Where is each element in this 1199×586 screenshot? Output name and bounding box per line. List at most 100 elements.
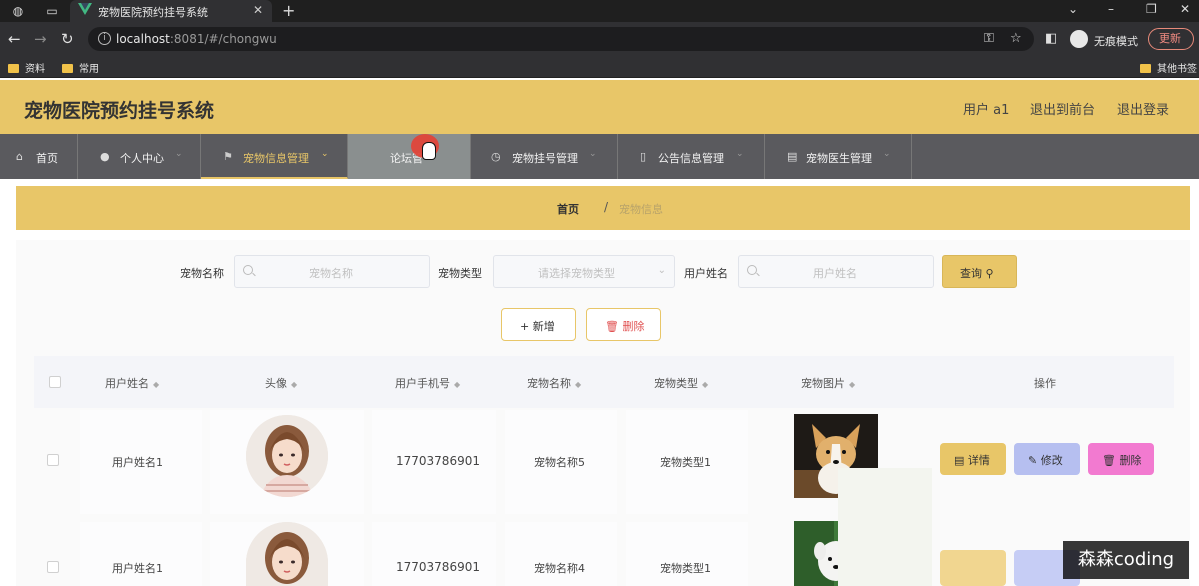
sort-icon: ◆ xyxy=(849,380,856,389)
reload-icon[interactable]: ↻ xyxy=(61,31,74,47)
pencil-icon: ✎ xyxy=(1028,454,1038,467)
header-avatar[interactable]: 头像 ◆ xyxy=(265,375,297,391)
pet-type-label: 宠物类型 xyxy=(438,267,482,280)
nav-item-registration[interactable]: ◷ 宠物挂号管理 ⌄ xyxy=(471,134,618,179)
vue-logo-icon xyxy=(78,3,92,15)
nav-menu: ⌂ 首页 ● 个人中心 ⌄ ⚑ 宠物信息管理 ⌄ 论坛管 ◷ 宠物挂号管理 ⌄ … xyxy=(0,134,1199,179)
nav-item-forum[interactable]: 论坛管 xyxy=(348,134,471,179)
close-window-icon[interactable]: ✕ xyxy=(1180,2,1190,16)
mic-icon: ▯ xyxy=(640,150,647,163)
incognito-label: 无痕模式 xyxy=(1094,35,1138,48)
header-pet-image[interactable]: 宠物图片 ◆ xyxy=(801,375,855,391)
cell-phone: 17703786901 xyxy=(396,560,480,574)
chevron-down-icon: ⌄ xyxy=(589,149,597,159)
batch-delete-button[interactable]: 🗑 删除 xyxy=(586,308,661,341)
cell-phone: 17703786901 xyxy=(396,454,480,468)
user-label: 用户 a1 xyxy=(963,103,1010,118)
clock-icon: ◷ xyxy=(491,150,501,163)
sort-icon: ◆ xyxy=(291,380,298,389)
sidebar-icon[interactable]: ◧ xyxy=(1045,31,1057,47)
app-title: 宠物医院预约挂号系统 xyxy=(24,100,215,122)
flag-icon: ⚑ xyxy=(223,150,233,163)
cell-pet-name: 宠物名称5 xyxy=(534,456,585,469)
header-pet-name[interactable]: 宠物名称 ◆ xyxy=(527,375,581,391)
nav-item-profile[interactable]: ● 个人中心 ⌄ xyxy=(78,134,201,179)
hand-cursor-icon xyxy=(422,142,436,160)
query-button[interactable]: 查询 ⚲ xyxy=(942,255,1017,288)
cell-pet-name: 宠物名称4 xyxy=(534,562,585,575)
plus-icon: + xyxy=(520,320,530,333)
sort-icon: ◆ xyxy=(702,380,709,389)
chevron-down-icon: ⌄ xyxy=(321,149,329,159)
cell-bg xyxy=(372,522,496,586)
header-actions: 操作 xyxy=(1034,377,1056,390)
pet-name-input[interactable]: 宠物名称 xyxy=(234,255,430,288)
new-tab-icon[interactable]: + xyxy=(282,1,295,20)
chevron-down-icon: ⌄ xyxy=(175,149,183,159)
logout-link[interactable]: 退出登录 xyxy=(1117,99,1169,118)
nav-item-pet-info[interactable]: ⚑ 宠物信息管理 ⌄ xyxy=(201,134,348,179)
document-icon: ▤ xyxy=(954,454,965,467)
url-host: localhost xyxy=(116,32,170,46)
folder-icon xyxy=(62,64,73,73)
bookmark-item[interactable]: 资料 xyxy=(8,60,45,75)
user-name-input[interactable]: 用户姓名 xyxy=(738,255,934,288)
row-delete-button[interactable]: 🗑 删除 xyxy=(1088,443,1154,475)
nav-item-home[interactable]: ⌂ 首页 xyxy=(0,134,78,179)
forward-icon[interactable]: → xyxy=(34,31,47,47)
bookmark-item[interactable]: 常用 xyxy=(62,60,99,75)
home-icon: ⌂ xyxy=(16,150,23,163)
detail-button[interactable]: ▤ 详情 xyxy=(940,443,1006,475)
restore-icon[interactable]: ❐ xyxy=(1146,2,1157,16)
header-phone[interactable]: 用户手机号 ◆ xyxy=(395,375,460,391)
search-icon xyxy=(747,265,757,275)
tab-close-icon[interactable]: ✕ xyxy=(253,3,263,17)
incognito-icon[interactable] xyxy=(1070,30,1088,48)
cell-bg xyxy=(626,522,748,586)
back-icon[interactable]: ← xyxy=(8,31,21,47)
row-checkbox[interactable] xyxy=(47,561,59,573)
cell-bg xyxy=(80,522,202,586)
pet-name-label: 宠物名称 xyxy=(180,267,224,280)
breadcrumb-separator: / xyxy=(604,200,609,214)
update-button[interactable]: 更新 xyxy=(1148,28,1194,50)
sort-icon: ◆ xyxy=(153,380,160,389)
header-user-name[interactable]: 用户姓名 ◆ xyxy=(105,375,159,391)
cell-pet-type: 宠物类型1 xyxy=(660,562,711,575)
add-button[interactable]: + 新增 xyxy=(501,308,576,341)
tab-search-icon[interactable]: ⌄ xyxy=(1068,2,1078,16)
window-icon[interactable]: ▭ xyxy=(44,3,60,19)
info-icon[interactable]: i xyxy=(98,32,111,45)
cell-pet-type: 宠物类型1 xyxy=(660,456,711,469)
trash-icon: 🗑 xyxy=(1102,454,1116,467)
star-icon[interactable]: ☆ xyxy=(1010,31,1022,46)
select-all-checkbox[interactable] xyxy=(49,376,61,388)
browser-tab-active[interactable]: 宠物医院预约挂号系统 ✕ xyxy=(70,0,272,22)
search-icon xyxy=(243,265,253,275)
breadcrumb: 首页 / 宠物信息 xyxy=(16,186,1190,230)
key-icon[interactable]: ⚿ xyxy=(984,31,994,46)
breadcrumb-home[interactable]: 首页 xyxy=(557,201,579,217)
globe-icon[interactable]: ◍ xyxy=(10,3,26,19)
cell-bg xyxy=(505,522,617,586)
minimize-icon[interactable]: – xyxy=(1108,2,1114,16)
search-icon: ⚲ xyxy=(985,267,994,280)
row-checkbox[interactable] xyxy=(47,454,59,466)
nav-item-announcement[interactable]: ▯ 公告信息管理 ⌄ xyxy=(618,134,765,179)
pet-type-select[interactable]: 请选择宠物类型 ⌄ xyxy=(493,255,675,288)
bookmarks-bar: 资料 常用 其他书签 xyxy=(0,56,1199,78)
browser-address-bar: ← → ↻ i localhost:8081/#/chongwu ⚿ ☆ ◧ 无… xyxy=(0,22,1199,56)
detail-button[interactable] xyxy=(940,550,1006,586)
header-pet-type[interactable]: 宠物类型 ◆ xyxy=(654,375,708,391)
tab-title: 宠物医院预约挂号系统 xyxy=(98,6,208,19)
bookmark-other[interactable]: 其他书签 xyxy=(1140,60,1197,75)
exit-to-frontend-link[interactable]: 退出到前台 xyxy=(1030,99,1095,118)
watermark: 森森coding xyxy=(1063,541,1189,579)
user-name-label: 用户姓名 xyxy=(684,267,728,280)
url-field[interactable]: i localhost:8081/#/chongwu ⚿ ☆ xyxy=(88,27,1034,51)
edit-button[interactable]: ✎ 修改 xyxy=(1014,443,1080,475)
table-header: 用户姓名 ◆ 头像 ◆ 用户手机号 ◆ 宠物名称 ◆ 宠物类型 ◆ 宠物图片 ◆ 操作 xyxy=(34,356,1174,408)
trash-icon: 🗑 xyxy=(605,320,619,333)
sort-icon: ◆ xyxy=(575,380,582,389)
nav-item-doctor[interactable]: ▤ 宠物医生管理 ⌄ xyxy=(765,134,912,179)
